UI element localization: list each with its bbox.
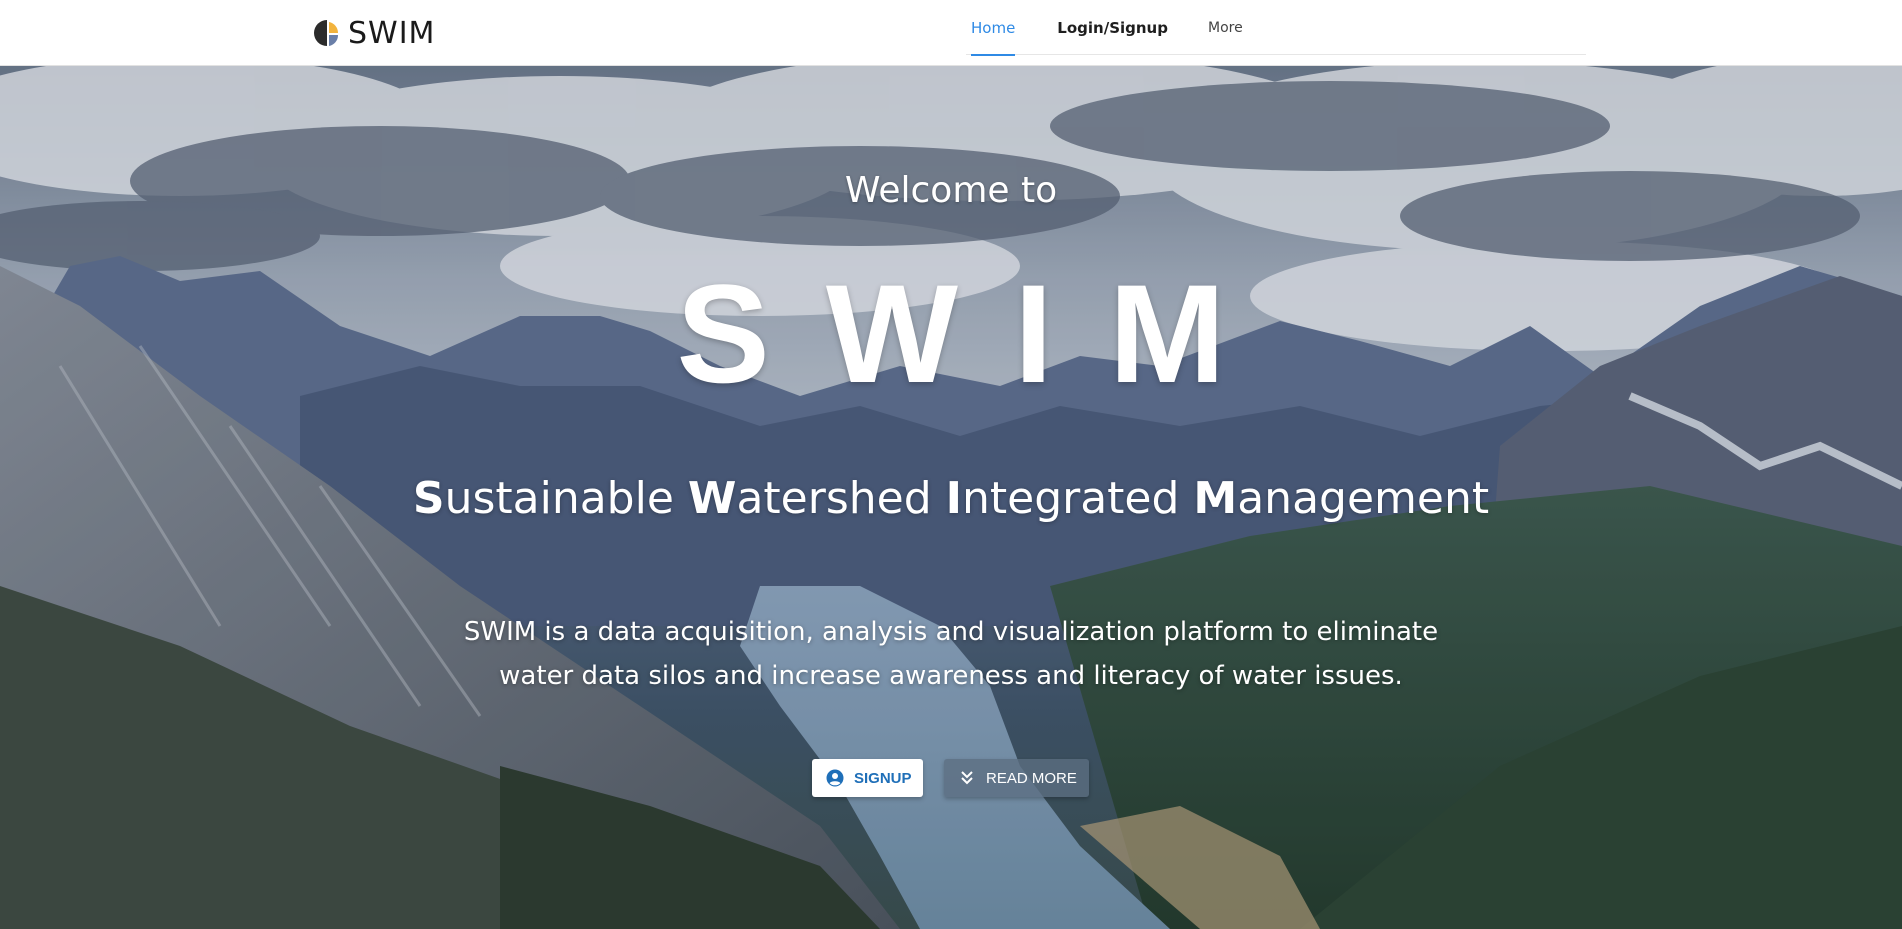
- read-more-button-label: READ MORE: [986, 769, 1077, 787]
- main-nav: Home Login/Signup More: [966, 0, 1248, 56]
- nav-login-signup[interactable]: Login/Signup: [1052, 0, 1173, 56]
- brand[interactable]: SWIM: [314, 14, 435, 52]
- subtitle-word-rest: anagement: [1237, 473, 1490, 524]
- nav-home[interactable]: Home: [966, 0, 1020, 56]
- read-more-button[interactable]: READ MORE: [944, 759, 1089, 797]
- nav-more[interactable]: More: [1203, 0, 1248, 56]
- hero-subtitle: Sustainable Watershed Integrated Managem…: [0, 473, 1902, 526]
- subtitle-word-rest: atershed: [736, 473, 946, 524]
- signup-button[interactable]: SIGNUP: [812, 759, 923, 797]
- swim-logo-icon: [314, 20, 339, 46]
- hero-content: Welcome to SWIM Sustainable Watershed In…: [0, 66, 1902, 929]
- subtitle-initial-m: M: [1193, 473, 1238, 524]
- hero-actions: SIGNUP READ MORE: [812, 759, 1089, 797]
- hero-title: SWIM: [676, 255, 1282, 412]
- subtitle-word-rest: ustainable: [444, 473, 688, 524]
- signup-button-label: SIGNUP: [854, 769, 912, 787]
- subtitle-initial-i: I: [945, 473, 962, 524]
- subtitle-initial-s: S: [412, 473, 445, 524]
- hero-section: Welcome to SWIM Sustainable Watershed In…: [0, 66, 1902, 929]
- account-circle-icon: [826, 769, 844, 787]
- subtitle-initial-w: W: [687, 473, 737, 524]
- hero-welcome-text: Welcome to: [844, 170, 1058, 211]
- top-navbar: SWIM Home Login/Signup More: [0, 0, 1902, 66]
- subtitle-word-rest: ntegrated: [961, 473, 1194, 524]
- brand-name: SWIM: [348, 15, 436, 51]
- hero-description: SWIM is a data acquisition, analysis and…: [463, 617, 1439, 691]
- chevron-double-down-icon: [961, 771, 973, 785]
